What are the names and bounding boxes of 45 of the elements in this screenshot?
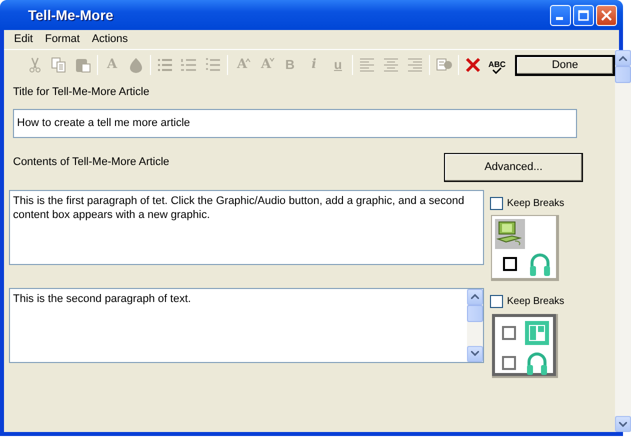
lettered-list-icon: [205, 57, 221, 73]
align-center-icon: [383, 57, 399, 73]
fill-icon: [128, 57, 144, 73]
checkbox[interactable]: [490, 196, 503, 210]
window-title: Tell-Me-More: [28, 6, 114, 24]
paragraph-field[interactable]: This is the second paragraph of text.: [9, 288, 484, 362]
advanced-button[interactable]: Advanced...: [444, 152, 583, 182]
scroll-down-button[interactable]: [615, 416, 631, 432]
menu-item[interactable]: Actions: [86, 31, 134, 48]
minimize-icon: [556, 16, 562, 20]
maximize-button[interactable]: [573, 4, 594, 26]
field-label: Title for Tell-Me-More Article: [13, 85, 150, 100]
checkbox-label: Keep Breaks: [507, 294, 564, 308]
menu-item[interactable]: Format: [38, 31, 86, 48]
paragraph-field[interactable]: This is the first paragraph of tet. Click the Graphic/Audio button, add a graphic, and a second content box appears with a new graphic.: [9, 190, 484, 264]
menu-item[interactable]: Edit: [8, 31, 39, 48]
scroll-thumb[interactable]: [615, 66, 631, 83]
toolbar-button[interactable]: ABC: [485, 54, 509, 76]
maximize-icon: [578, 10, 589, 20]
scrollbar[interactable]: [467, 288, 483, 362]
bullet-list-icon: [157, 57, 173, 73]
checkbox-label: Keep Breaks: [507, 196, 564, 210]
check-icon: [492, 67, 502, 74]
delete-icon: [465, 57, 481, 73]
title-field[interactable]: How to create a tell me more article: [13, 108, 577, 138]
minimize-button[interactable]: [550, 4, 571, 26]
done-button[interactable]: Done: [515, 54, 615, 76]
scrollbar[interactable]: [615, 50, 631, 432]
close-button[interactable]: [596, 4, 617, 26]
computer-icon[interactable]: [495, 218, 525, 248]
align-right-icon: [407, 57, 423, 73]
align-left-icon: [359, 57, 375, 73]
checkbox[interactable]: [490, 294, 503, 308]
close-icon: [601, 10, 612, 20]
paste-icon: [75, 57, 91, 73]
scroll-up-button[interactable]: [615, 50, 631, 66]
scroll-thumb[interactable]: [467, 304, 483, 322]
copy-icon: [51, 57, 67, 73]
scroll-up-button[interactable]: [467, 288, 483, 304]
checkbox[interactable]: [503, 256, 517, 270]
numbered-list-icon: [181, 57, 197, 73]
field-label: Contents of Tell-Me-More Article: [13, 154, 170, 170]
cut-icon: [27, 57, 43, 73]
insert-icon: [436, 57, 452, 73]
scroll-down-button[interactable]: [467, 346, 483, 362]
